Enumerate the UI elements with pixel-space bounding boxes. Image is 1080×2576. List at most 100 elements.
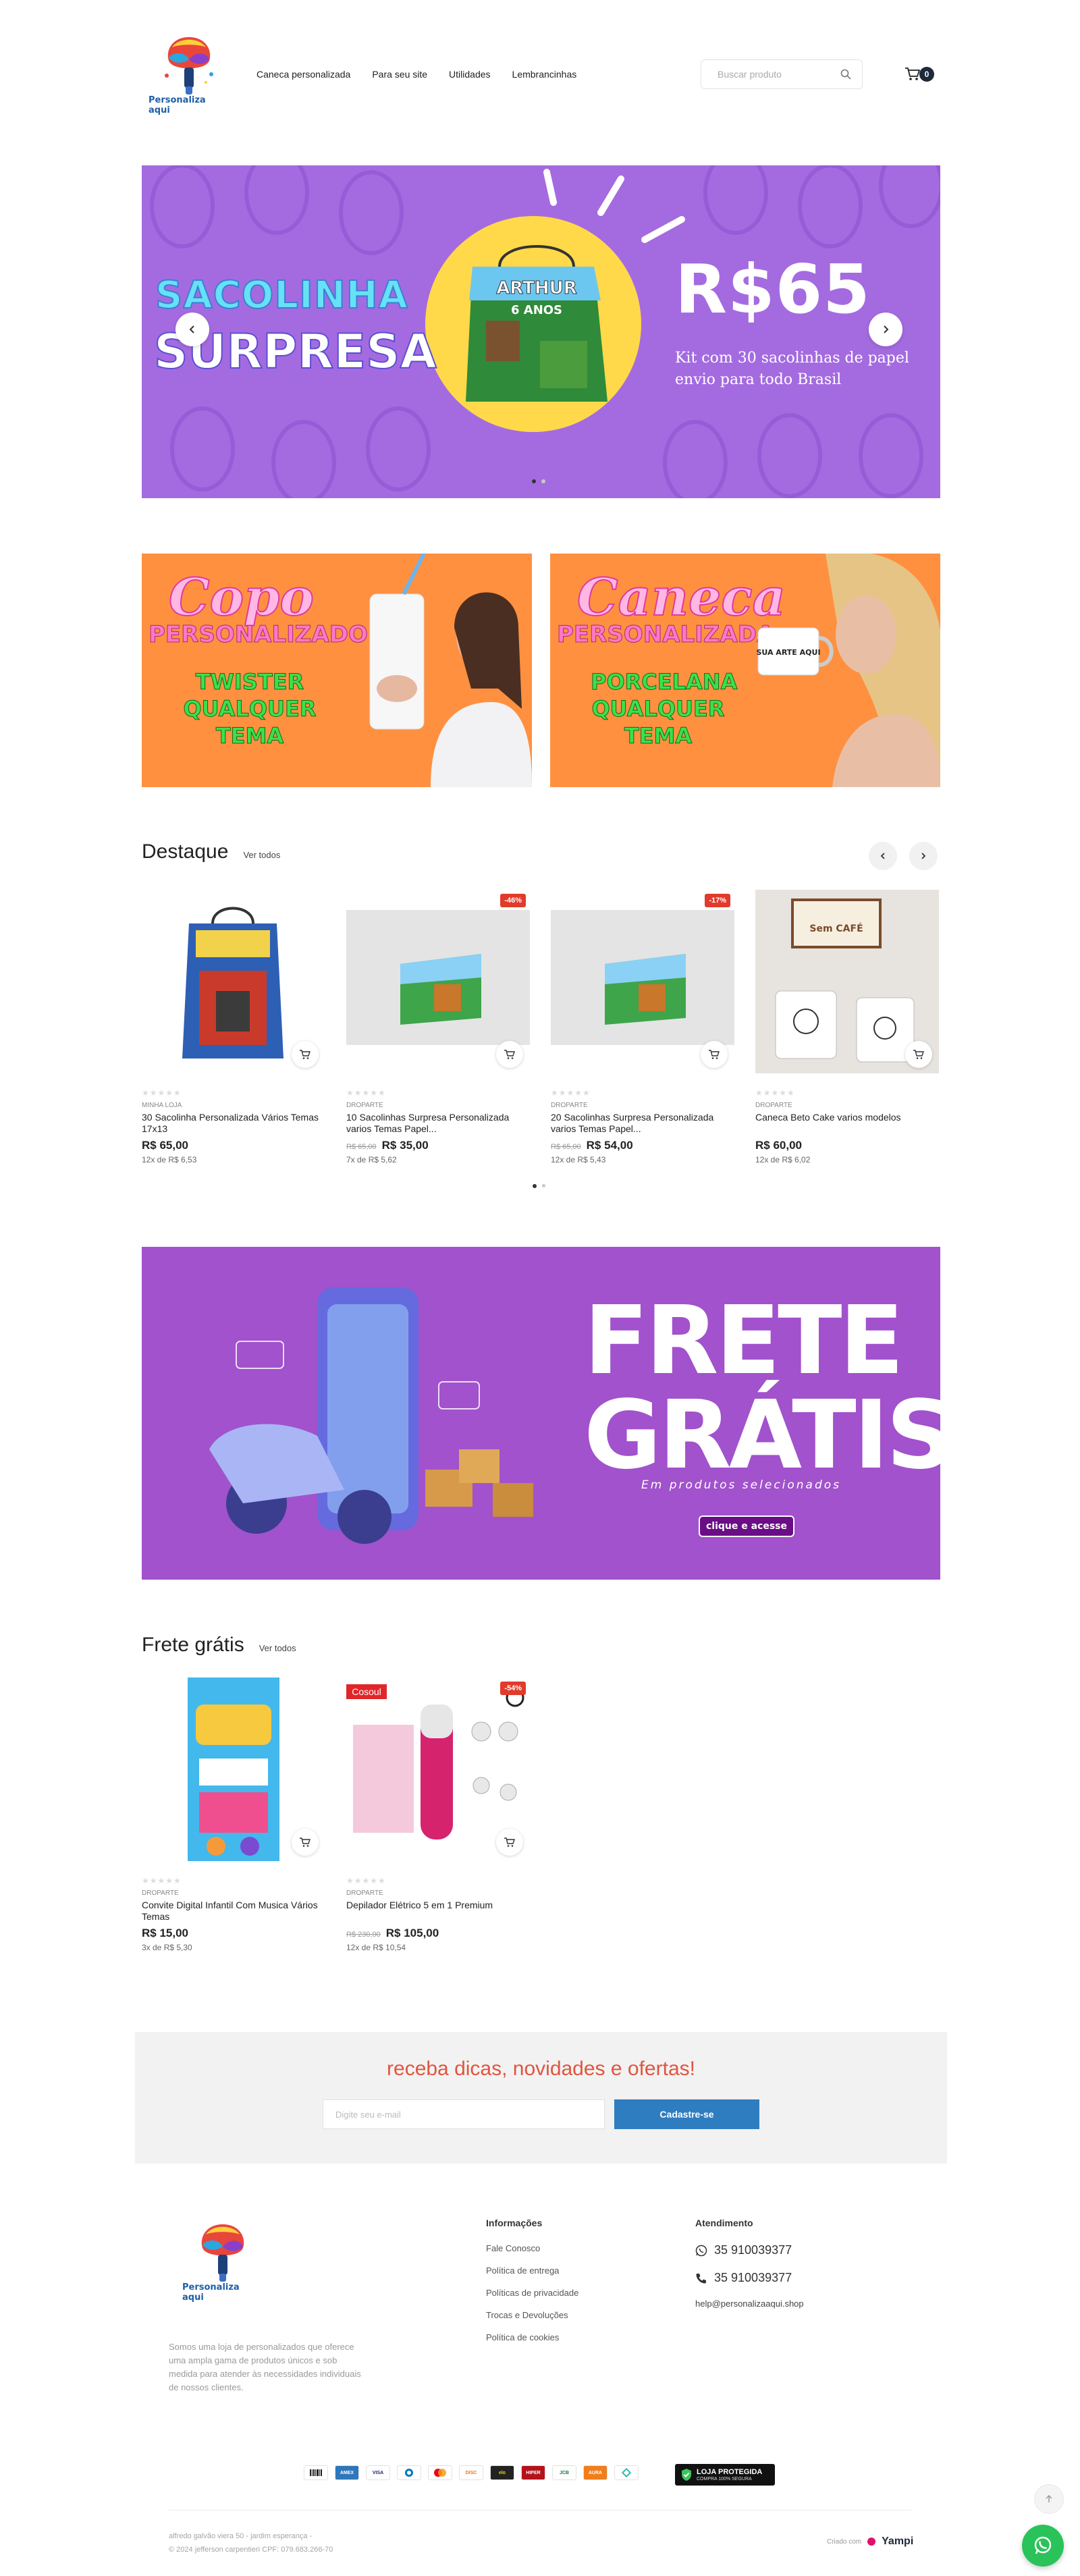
cart-plus-icon [300, 1837, 310, 1847]
search-input[interactable] [718, 69, 840, 80]
product-name[interactable]: Depilador Elétrico 5 em 1 Premium [346, 1900, 530, 1923]
payment-methods: AMEX VISA DISC elo HIPER JCB AURA [304, 2465, 639, 2480]
footer-link-delivery[interactable]: Política de entrega [486, 2265, 578, 2276]
product-installments: 12x de R$ 6,53 [142, 1155, 197, 1164]
newsletter-subscribe-button[interactable]: Cadastre-se [614, 2099, 759, 2129]
frete-access-button[interactable]: clique e acesse [699, 1515, 794, 1537]
footer-email[interactable]: help@personalizaaqui.shop [695, 2299, 804, 2309]
platform-name: Yampi [882, 2535, 914, 2547]
nav-caneca-personalizada[interactable]: Caneca personalizada [256, 69, 350, 80]
hero-subtitle: Kit com 30 sacolinhas de papel envio par… [675, 348, 932, 391]
promo-copo-details: TWISTER QUALQUER TEMA [182, 668, 317, 749]
product-image[interactable]: Sem CAFÉ [755, 890, 939, 1073]
product-installments: 7x de R$ 5,62 [346, 1155, 397, 1164]
product-brand: DROPARTE [346, 1889, 383, 1897]
boleto-icon [304, 2465, 328, 2480]
hero-pagination [532, 479, 545, 483]
destaque-prev-button[interactable] [869, 842, 897, 870]
newsletter-email-input[interactable] [323, 2099, 605, 2129]
product-name[interactable]: Caneca Beto Cake varios modelos [755, 1112, 939, 1135]
nav-lembrancinhas[interactable]: Lembrancinhas [512, 69, 577, 80]
secure-store-badge: LOJA PROTEGIDA COMPRA 100% SEGURA [675, 2464, 775, 2486]
product-installments: 12x de R$ 5,43 [551, 1155, 606, 1164]
rating-stars: ★★★★★ [346, 1088, 386, 1098]
footer-link-returns[interactable]: Trocas e Devoluções [486, 2310, 578, 2320]
search-icon[interactable] [840, 69, 851, 80]
product-price: R$ 35,00 [381, 1139, 429, 1152]
add-to-cart-button[interactable] [496, 1829, 523, 1856]
product-card[interactable]: ★★★★★ MINHA LOJA 30 Sacolinha Personaliz… [142, 890, 325, 1164]
product-card[interactable]: Sem CAFÉ ★★★★★ DROPARTE Caneca Beto Cake… [755, 890, 939, 1164]
discover-icon: DISC [459, 2465, 483, 2480]
frete-gratis-see-all[interactable]: Ver todos [259, 1643, 296, 1653]
destaque-title: Destaque [142, 840, 229, 863]
footer-link-privacy[interactable]: Políticas de privacidade [486, 2288, 578, 2298]
discount-badge: -54% [500, 1682, 526, 1695]
chevron-left-icon [189, 325, 194, 333]
product-card[interactable]: ★★★★★ DROPARTE Convite Digital Infantil … [142, 1678, 325, 1952]
product-card[interactable]: Cosoul -54% ★★★★★ DROPARTE Depilador Elé… [346, 1678, 530, 1952]
hero-bag-image: ARTHUR 6 ANOS [466, 245, 608, 402]
nav-utilidades[interactable]: Utilidades [449, 69, 490, 80]
frete-gratis-banner[interactable]: FRETE GRÁTIS Em produtos selecionados cl… [142, 1247, 940, 1580]
product-image[interactable]: Cosoul -54% [346, 1678, 530, 1861]
product-old-price: R$ 65,00 [346, 1143, 377, 1151]
promo-caneca-banner[interactable]: Caneca PERSONALIZADA PORCELANA QUALQUER … [550, 554, 940, 787]
hero-dot-1[interactable] [532, 479, 536, 483]
footer-whatsapp[interactable]: 35 910039377 [695, 2243, 804, 2257]
product-image[interactable] [142, 890, 325, 1073]
product-name[interactable]: 30 Sacolinha Personalizada Vários Temas … [142, 1112, 325, 1135]
hero-dot-2[interactable] [541, 479, 545, 483]
product-name[interactable]: 20 Sacolinhas Surpresa Personalizada var… [551, 1112, 734, 1135]
mastercard-icon [428, 2465, 452, 2480]
footer-logo[interactable]: Personaliza aqui [182, 2221, 263, 2315]
product-card[interactable]: -17% ★★★★★ DROPARTE 20 Sacolinhas Surpre… [551, 890, 734, 1164]
product-name[interactable]: 10 Sacolinhas Surpresa Personalizada var… [346, 1112, 530, 1135]
add-to-cart-button[interactable] [496, 1041, 523, 1068]
product-price: R$ 105,00 [385, 1927, 439, 1939]
cart-button[interactable]: 0 [905, 64, 938, 84]
store-logo[interactable]: Personaliza aqui [148, 27, 230, 122]
hero-next-button[interactable] [869, 313, 902, 346]
platform-credit[interactable]: Criado com Yampi [827, 2535, 913, 2548]
add-to-cart-button[interactable] [292, 1829, 319, 1856]
hero-title-line1: SACOLINHA [155, 273, 408, 318]
product-image[interactable]: -17% [551, 890, 734, 1073]
add-to-cart-button[interactable] [701, 1041, 728, 1068]
product-image[interactable]: -46% [346, 890, 530, 1073]
destaque-dot-2[interactable] [542, 1184, 545, 1187]
hero-prev-button[interactable] [176, 313, 209, 346]
cart-plus-icon [300, 1050, 310, 1059]
promo-copo-banner[interactable]: Copo PERSONALIZADO TWISTER QUALQUER TEMA [142, 554, 532, 787]
product-name[interactable]: Convite Digital Infantil Com Musica Vári… [142, 1900, 325, 1923]
back-to-top-button[interactable] [1034, 2484, 1064, 2514]
diners-icon [397, 2465, 421, 2480]
footer-link-contact[interactable]: Fale Conosco [486, 2243, 578, 2253]
hero-banner[interactable]: ARTHUR 6 ANOS SACOLINHA SURPRESA R$65 Ki… [142, 165, 940, 498]
destaque-dot-1[interactable] [533, 1184, 537, 1188]
footer-link-cookies[interactable]: Política de cookies [486, 2332, 578, 2342]
frete-subtitle: Em produtos selecionados [641, 1478, 841, 1492]
destaque-see-all[interactable]: Ver todos [243, 850, 280, 860]
nav-para-seu-site[interactable]: Para seu site [372, 69, 427, 80]
footer-logo-text: Personaliza aqui [182, 2282, 240, 2303]
frete-title-line1: FRETE [584, 1286, 904, 1396]
platform-credit-label: Criado com [827, 2538, 862, 2546]
hero-subtitle-line2: envio para todo Brasil [675, 371, 842, 388]
whatsapp-chat-button[interactable] [1022, 2525, 1064, 2567]
price-row: R$ 65,00 R$ 35,00 [346, 1139, 530, 1152]
product-brand: MINHA LOJA [142, 1102, 182, 1109]
price-row: R$ 230,00 R$ 105,00 [346, 1927, 530, 1940]
add-to-cart-button[interactable] [905, 1041, 932, 1068]
footer-phone[interactable]: 35 910039377 [695, 2271, 804, 2285]
product-image[interactable] [142, 1678, 325, 1861]
cart-plus-icon [504, 1837, 515, 1847]
product-price: R$ 54,00 [586, 1139, 633, 1152]
newsletter-title: receba dicas, novidades e ofertas! [387, 2058, 695, 2080]
add-to-cart-button[interactable] [292, 1041, 319, 1068]
discount-badge: -46% [500, 894, 526, 907]
product-old-price: R$ 230,00 [346, 1931, 381, 1939]
bag-name-text: ARTHUR [496, 278, 577, 298]
destaque-next-button[interactable] [909, 842, 938, 870]
product-card[interactable]: -46% ★★★★★ DROPARTE 10 Sacolinhas Surpre… [346, 890, 530, 1164]
